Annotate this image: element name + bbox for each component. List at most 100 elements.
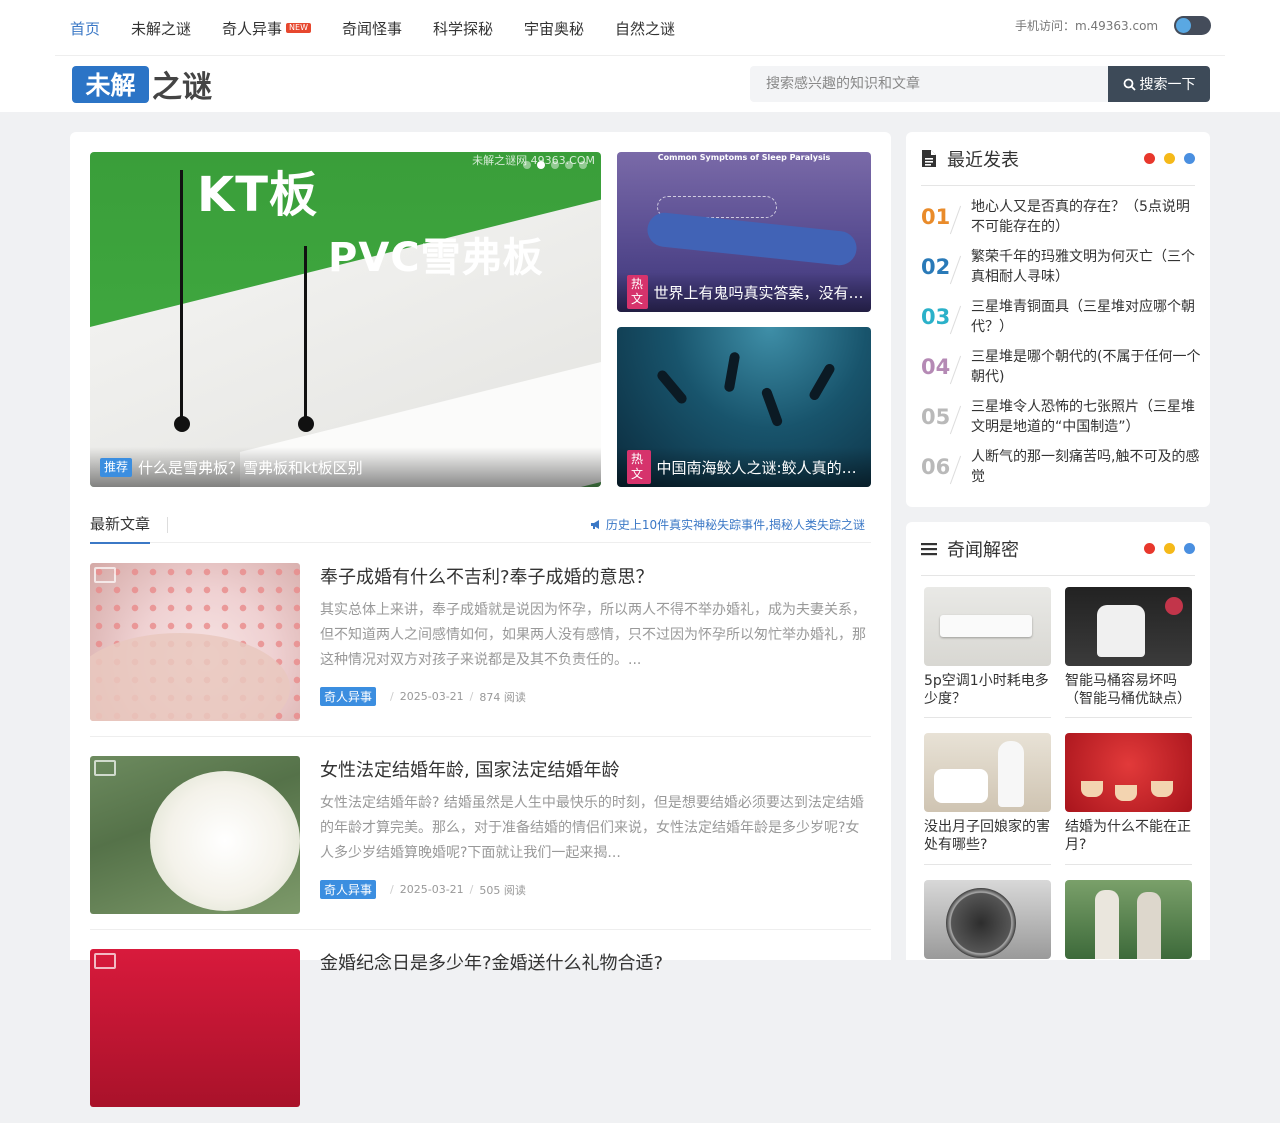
mystery-item[interactable]: 5p空调1小时耗电多少度？: [924, 587, 1051, 708]
mystery-item[interactable]: [924, 880, 1051, 965]
item-thumbnail[interactable]: [1065, 587, 1192, 666]
mystery-widget: 奇闻解密 5p空调1小时耗电多少度？ 智能马桶容易坏吗（智能马桶优缺点） 没出月…: [906, 522, 1210, 960]
recent-item[interactable]: 04 三星堆是哪个朝代的(不属于任何一个朝代): [921, 347, 1201, 397]
image-heading: Common Symptoms of Sleep Paralysis: [657, 153, 831, 162]
article-date: 2025-03-21: [399, 690, 464, 703]
nav-item-unsolved[interactable]: 未解之谜: [131, 18, 191, 39]
slide-caption: 热文 世界上有鬼吗真实答案，没有鬼(鬼压床是身体的正常生理现象): [617, 272, 871, 312]
item-title[interactable]: 5p空调1小时耗电多少度？: [924, 672, 1051, 708]
article-meta: 奇人异事 / 2025-03-21 / 874 阅读: [320, 687, 526, 706]
recent-item-title[interactable]: 三星堆是哪个朝代的(不属于任何一个朝代): [971, 347, 1201, 387]
mystery-item[interactable]: [1065, 880, 1192, 965]
category-tag[interactable]: 奇人异事: [320, 687, 377, 706]
swimmer-image: [760, 386, 784, 428]
red-dot: [1144, 153, 1155, 164]
header-dots: [1135, 543, 1195, 554]
mystery-item[interactable]: 结婚为什么不能在正月?: [1065, 733, 1192, 854]
slide-caption: 热文 中国南海鲛人之谜:鲛人真的存在吗(中国人鱼传说): [617, 447, 871, 487]
tab-divider: [167, 517, 168, 533]
side-slide-sleep[interactable]: Common Symptoms of Sleep Paralysis 热文 世界…: [617, 152, 871, 312]
category-tag[interactable]: 奇人异事: [320, 880, 377, 899]
site-header: 首页 未解之谜 奇人异事 NEW 奇闻怪事 科学探秘 宇宙奥秘 自然之谜 手机访问…: [0, 0, 1280, 112]
slider-dot[interactable]: [579, 161, 587, 169]
header-dots: [1135, 153, 1195, 164]
item-thumbnail[interactable]: [924, 733, 1051, 812]
widget-title: 最近发表: [947, 149, 1019, 171]
nav-item-oddities[interactable]: 奇闻怪事: [342, 18, 402, 39]
article-thumbnail[interactable]: [90, 949, 300, 1107]
grid-divider: [1065, 864, 1192, 865]
grid-divider: [924, 717, 1051, 718]
nav-item-science[interactable]: 科学探秘: [433, 18, 493, 39]
swimmer-image: [807, 362, 837, 402]
article-meta: 奇人异事 / 2025-03-21 / 505 阅读: [320, 880, 526, 899]
recent-item-title[interactable]: 三星堆青铜面具（三星堆对应哪个朝代？）: [971, 297, 1201, 337]
recent-item[interactable]: 05 三星堆令人恐怖的七张照片（三星堆文明是地道的“中国制造”）: [921, 397, 1201, 447]
article-title[interactable]: 奉子成婚有什么不吉利?奉子成婚的意思？: [320, 563, 654, 589]
smart-toilet-image: [1097, 605, 1145, 657]
search-input[interactable]: 搜索感兴趣的知识和文章: [750, 66, 1108, 102]
slider-dot[interactable]: [565, 161, 573, 169]
nurse-figure-image: [998, 741, 1024, 807]
article-title[interactable]: 女性法定结婚年龄, 国家法定结婚年龄: [320, 756, 619, 782]
recent-item[interactable]: 03 三星堆青铜面具（三星堆对应哪个朝代？）: [921, 297, 1201, 347]
mystery-item[interactable]: 没出月子回娘家的害处有哪些?: [924, 733, 1051, 854]
nav-item-universe[interactable]: 宇宙奥秘: [524, 18, 584, 39]
widget-title: 奇闻解密: [947, 539, 1019, 561]
recent-item[interactable]: 01 地心人又是否真的存在？（5点说明不可能存在的）: [921, 197, 1201, 247]
article-item: 金婚纪念日是多少年?金婚送什么礼物合适?: [90, 949, 871, 1123]
recent-item-title[interactable]: 三星堆令人恐怖的七张照片（三星堆文明是地道的“中国制造”）: [971, 397, 1201, 437]
item-title[interactable]: 智能马桶容易坏吗（智能马桶优缺点）: [1065, 672, 1192, 708]
article-thumbnail[interactable]: [90, 563, 300, 721]
recent-item[interactable]: 02 繁荣千年的玛雅文明为何灭亡（三个真相耐人寻味）: [921, 247, 1201, 297]
nav-item-strange-people[interactable]: 奇人异事 NEW: [222, 18, 311, 39]
slide-title[interactable]: 世界上有鬼吗真实答案，没有鬼(鬼压床是身体的正常生理现象): [654, 282, 871, 303]
item-thumbnail[interactable]: [924, 587, 1051, 666]
recent-item-title[interactable]: 地心人又是否真的存在？（5点说明不可能存在的）: [971, 197, 1201, 237]
item-thumbnail[interactable]: [1065, 733, 1192, 812]
widget-header: 奇闻解密: [921, 522, 1195, 576]
image-icon: [94, 953, 116, 969]
nav-item-nature[interactable]: 自然之谜: [615, 18, 675, 39]
mobile-access-link[interactable]: 手机访问：m.49363.com: [1015, 17, 1158, 34]
article-title[interactable]: 金婚纪念日是多少年?金婚送什么礼物合适?: [320, 949, 663, 975]
article-item: 女性法定结婚年龄, 国家法定结婚年龄 女性法定结婚年龄? 结婚虽然是人生中最快乐…: [90, 756, 871, 930]
main-nav: 首页 未解之谜 奇人异事 NEW 奇闻怪事 科学探秘 宇宙奥秘 自然之谜: [70, 0, 706, 56]
site-logo[interactable]: 未解 之谜: [72, 65, 212, 105]
item-thumbnail[interactable]: [1065, 880, 1192, 959]
recent-item-title[interactable]: 人断气的那一刻痛苦吗,触不可及的感觉: [971, 447, 1201, 487]
item-title[interactable]: 结婚为什么不能在正月?: [1065, 818, 1192, 854]
side-slide-mermaid[interactable]: 热文 中国南海鲛人之谜:鲛人真的存在吗(中国人鱼传说): [617, 327, 871, 487]
search-button[interactable]: 搜索一下: [1108, 66, 1210, 102]
recent-item-title[interactable]: 繁荣千年的玛雅文明为何灭亡（三个真相耐人寻味）: [971, 247, 1201, 287]
mystery-item[interactable]: 智能马桶容易坏吗（智能马桶优缺点）: [1065, 587, 1192, 708]
item-title[interactable]: 没出月子回娘家的害处有哪些?: [924, 818, 1051, 854]
recommend-tag: 推荐: [100, 457, 133, 477]
nav-item-label: 奇人异事: [222, 19, 283, 38]
item-thumbnail[interactable]: [924, 880, 1051, 959]
slide-title[interactable]: 什么是雪弗板？雪弗板和kt板区别: [138, 457, 363, 478]
tab-latest-articles[interactable]: 最新文章: [90, 513, 151, 544]
slider-dot[interactable]: [551, 161, 559, 169]
article-date: 2025-03-21: [399, 883, 464, 896]
slider-dot[interactable]: [523, 161, 531, 169]
featured-slide[interactable]: KT板 PVC雪弗板 未解之谜网 49363.COM 推荐 什么是雪弗板？雪弗板…: [90, 152, 601, 487]
slider-dots: [523, 161, 593, 169]
meta-separator: /: [390, 883, 394, 896]
pointer-dot: [298, 416, 314, 432]
logo-box: 未解: [72, 65, 149, 103]
rank-number: 05: [921, 405, 951, 429]
nav-item-home[interactable]: 首页: [70, 18, 100, 39]
tea-cup-image: [1081, 781, 1103, 797]
toggle-knob: [1176, 18, 1191, 33]
meta-separator: /: [390, 690, 394, 703]
notice-link[interactable]: 历史上10件真实神秘失踪事件,揭秘人类失踪之谜: [590, 516, 865, 533]
slider-dot-active[interactable]: [537, 161, 545, 169]
slide-title[interactable]: 中国南海鲛人之谜:鲛人真的存在吗(中国人鱼传说): [657, 457, 871, 478]
theme-toggle[interactable]: [1174, 16, 1211, 35]
recent-posts-widget: 最近发表 01 地心人又是否真的存在？（5点说明不可能存在的） 02 繁荣千年的…: [906, 132, 1210, 507]
article-thumbnail[interactable]: [90, 756, 300, 914]
main-content: KT板 PVC雪弗板 未解之谜网 49363.COM 推荐 什么是雪弗板？雪弗板…: [70, 132, 891, 1107]
recent-item[interactable]: 06 人断气的那一刻痛苦吗,触不可及的感觉: [921, 447, 1201, 497]
pointer-dot: [174, 416, 190, 432]
